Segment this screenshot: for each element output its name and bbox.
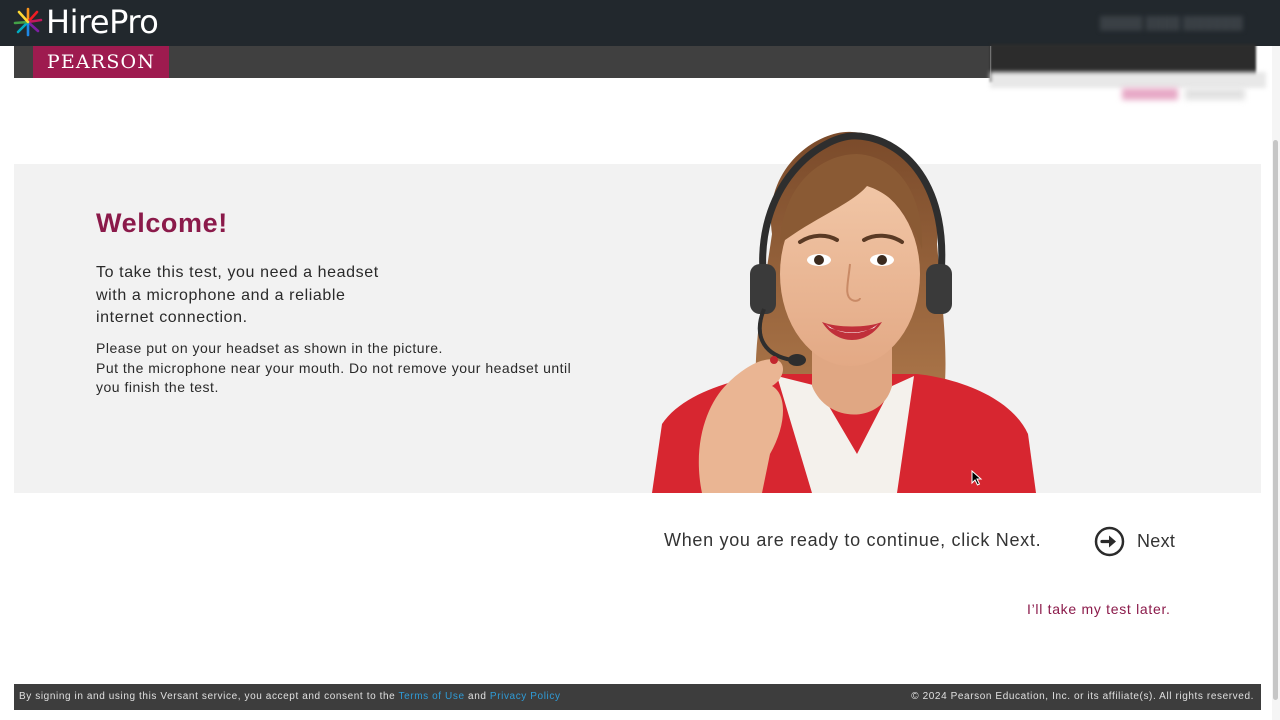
take-test-later-link[interactable]: I’ll take my test later. bbox=[1027, 601, 1171, 617]
scrollbar-thumb[interactable] bbox=[1273, 140, 1278, 700]
footer-consent: By signing in and using this Versant ser… bbox=[19, 691, 561, 702]
headset-person-image bbox=[652, 124, 1036, 493]
terms-of-use-link[interactable]: Terms of Use bbox=[399, 691, 465, 702]
copyright-text: © 2024 Pearson Education, Inc. or its af… bbox=[911, 691, 1254, 702]
intro-line: with a microphone and a reliable bbox=[96, 286, 346, 304]
blurred-controls bbox=[1185, 88, 1245, 100]
next-button-label: Next bbox=[1137, 531, 1176, 551]
intro-text: To take this test, you need a headset wi… bbox=[96, 262, 426, 330]
arrow-circle-right-icon bbox=[1094, 526, 1125, 557]
instruction-line: Put the microphone near your mouth. Do n… bbox=[96, 359, 572, 376]
blurred-button bbox=[1122, 88, 1178, 100]
top-bar: HirePro █████ ████ ███████ bbox=[0, 0, 1280, 46]
instruction-text: Please put on your headset as shown in t… bbox=[96, 339, 626, 398]
mouse-pointer-icon bbox=[971, 470, 983, 486]
partner-name: PEARSON bbox=[46, 51, 156, 73]
footer: By signing in and using this Versant ser… bbox=[14, 684, 1261, 710]
welcome-title: Welcome! bbox=[96, 208, 228, 238]
hirepro-logo: HirePro bbox=[12, 3, 159, 41]
instruction-line: you finish the test. bbox=[96, 379, 219, 395]
intro-line: To take this test, you need a headset bbox=[96, 264, 379, 281]
blurred-user-info: █████ ████ ███████ bbox=[1100, 16, 1243, 30]
next-button[interactable]: Next bbox=[1094, 526, 1175, 557]
pearson-logo: PEARSON bbox=[33, 46, 169, 78]
consent-text: By signing in and using this Versant ser… bbox=[19, 691, 396, 702]
ready-instruction: When you are ready to continue, click Ne… bbox=[664, 530, 1042, 550]
instruction-line: Please put on your headset as shown in t… bbox=[96, 340, 443, 356]
brand-name: HirePro bbox=[46, 3, 159, 41]
and-text: and bbox=[468, 691, 487, 702]
starburst-logo-icon bbox=[13, 7, 43, 37]
privacy-policy-link[interactable]: Privacy Policy bbox=[490, 691, 561, 702]
intro-line: internet connection. bbox=[96, 309, 248, 326]
blurred-overlay-strip bbox=[990, 72, 1266, 88]
